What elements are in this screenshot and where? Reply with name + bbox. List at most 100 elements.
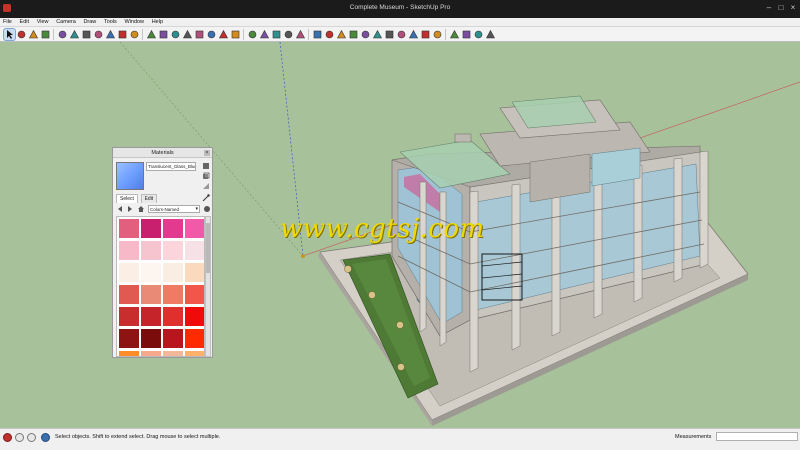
material-swatch[interactable] [141, 329, 161, 348]
walk-icon[interactable] [461, 29, 472, 40]
material-swatch[interactable] [141, 263, 161, 282]
material-swatch[interactable] [185, 263, 204, 282]
material-swatch[interactable] [141, 285, 161, 304]
material-swatch[interactable] [119, 241, 139, 260]
material-swatch[interactable] [163, 263, 183, 282]
material-swatch[interactable] [119, 219, 139, 238]
material-swatch[interactable] [185, 329, 204, 348]
shaded-icon[interactable] [408, 29, 419, 40]
measurements-input[interactable] [716, 432, 798, 441]
wireframe-icon[interactable] [384, 29, 395, 40]
zoom-icon[interactable] [218, 29, 229, 40]
tab-select[interactable]: Select [116, 194, 138, 203]
material-swatch[interactable] [163, 241, 183, 260]
move-icon[interactable] [93, 29, 104, 40]
menu-file[interactable]: File [0, 18, 15, 25]
right-view-icon[interactable] [336, 29, 347, 40]
material-swatch[interactable] [185, 219, 204, 238]
sandbox-icon[interactable] [485, 29, 496, 40]
eraser-icon[interactable] [16, 29, 27, 40]
scale-icon[interactable] [117, 29, 128, 40]
axes-icon[interactable] [170, 29, 181, 40]
material-swatch[interactable] [163, 329, 183, 348]
material-swatch[interactable] [163, 307, 183, 326]
minimize-icon[interactable]: – [764, 3, 774, 13]
warehouse-icon[interactable] [247, 29, 258, 40]
front-view-icon[interactable] [324, 29, 335, 40]
close-icon[interactable]: × [204, 150, 210, 156]
menu-draw[interactable]: Draw [80, 18, 99, 25]
library-dropdown[interactable]: Colors-Named ▾ [148, 205, 200, 213]
position-camera-icon[interactable] [449, 29, 460, 40]
look-around-icon[interactable] [473, 29, 484, 40]
material-swatch[interactable] [119, 263, 139, 282]
pan-icon[interactable] [206, 29, 217, 40]
forward-icon[interactable] [126, 205, 134, 213]
offset-icon[interactable] [129, 29, 140, 40]
section-icon[interactable] [283, 29, 294, 40]
rotate-icon[interactable] [105, 29, 116, 40]
material-swatch[interactable] [141, 351, 161, 356]
protractor-icon[interactable] [182, 29, 193, 40]
eyedropper-icon[interactable] [202, 194, 210, 202]
material-swatch[interactable] [163, 351, 183, 356]
material-swatch[interactable] [185, 307, 204, 326]
material-swatch[interactable] [119, 307, 139, 326]
back-icon[interactable] [116, 205, 124, 213]
scroll-thumb[interactable] [206, 223, 210, 273]
material-swatch[interactable] [141, 307, 161, 326]
zoom-extents-icon[interactable] [230, 29, 241, 40]
back-view-icon[interactable] [348, 29, 359, 40]
close-icon[interactable]: × [788, 3, 798, 13]
xray-icon[interactable] [372, 29, 383, 40]
display-secondary-icon[interactable] [202, 162, 210, 170]
shape-icon[interactable] [57, 29, 68, 40]
top-view-icon[interactable] [312, 29, 323, 40]
current-material-swatch[interactable] [116, 162, 144, 190]
layout-icon[interactable] [271, 29, 282, 40]
material-swatch[interactable] [141, 241, 161, 260]
default-material-icon[interactable] [202, 182, 210, 190]
text-icon[interactable] [158, 29, 169, 40]
textured-icon[interactable] [420, 29, 431, 40]
user-icon[interactable] [27, 433, 36, 442]
hidden-line-icon[interactable] [396, 29, 407, 40]
tape-measure-icon[interactable] [146, 29, 157, 40]
help-icon[interactable] [41, 433, 50, 442]
material-swatch[interactable] [141, 219, 161, 238]
material-swatch[interactable] [119, 351, 139, 356]
material-swatch[interactable] [119, 329, 139, 348]
left-view-icon[interactable] [360, 29, 371, 40]
material-swatch[interactable] [163, 285, 183, 304]
home-icon[interactable] [137, 205, 145, 213]
arc-icon[interactable] [40, 29, 51, 40]
credits-icon[interactable] [15, 433, 24, 442]
material-name-field[interactable]: Translucent_Glass_Blue [146, 162, 196, 171]
material-swatch[interactable] [119, 285, 139, 304]
menu-window[interactable]: Window [121, 18, 147, 25]
menu-edit[interactable]: Edit [17, 18, 32, 25]
select-icon[interactable] [3, 28, 16, 41]
paint-bucket-icon[interactable] [69, 29, 80, 40]
push-pull-icon[interactable] [81, 29, 92, 40]
monochrome-icon[interactable] [432, 29, 443, 40]
create-material-icon[interactable] [202, 172, 210, 180]
material-swatch[interactable] [163, 219, 183, 238]
details-icon[interactable] [203, 205, 211, 213]
menu-help[interactable]: Help [149, 18, 166, 25]
iso-view-icon[interactable] [295, 29, 306, 40]
material-swatch[interactable] [185, 241, 204, 260]
orbit-icon[interactable] [194, 29, 205, 40]
menu-camera[interactable]: Camera [53, 18, 79, 25]
maximize-icon[interactable]: □ [776, 3, 786, 13]
geo-location-icon[interactable] [3, 433, 12, 442]
origin-marker [301, 254, 305, 258]
tab-edit[interactable]: Edit [140, 194, 158, 203]
material-swatch[interactable] [185, 285, 204, 304]
extension-icon[interactable] [259, 29, 270, 40]
menu-tools[interactable]: Tools [101, 18, 120, 25]
swatch-scrollbar[interactable] [205, 216, 211, 357]
menu-view[interactable]: View [34, 18, 52, 25]
line-icon[interactable] [28, 29, 39, 40]
material-swatch[interactable] [185, 351, 204, 356]
